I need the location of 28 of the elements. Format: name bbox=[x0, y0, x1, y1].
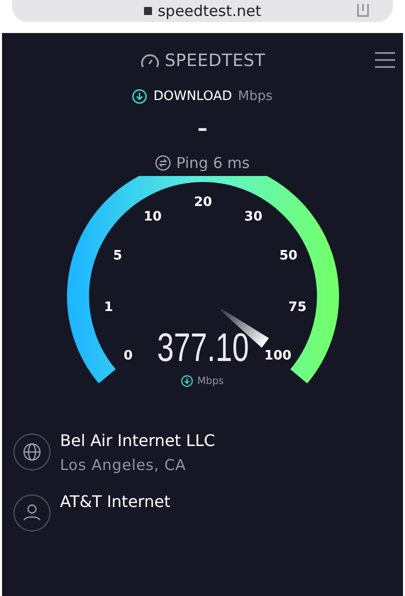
download-value: – bbox=[196, 115, 208, 142]
unit-label: Mbps bbox=[197, 376, 224, 386]
download-label: DOWNLOAD bbox=[153, 89, 232, 104]
ping-value: Ping 6 ms bbox=[176, 154, 250, 172]
person-icon[interactable] bbox=[13, 494, 51, 532]
menu-icon[interactable] bbox=[375, 52, 395, 68]
gauge-tick-label: 5 bbox=[113, 248, 122, 264]
speed-reading: 377.10 bbox=[156, 326, 248, 371]
address-bar[interactable]: speedtest.net bbox=[12, 0, 393, 22]
download-icon bbox=[181, 375, 194, 387]
provider-name: Bel Air Internet LLC bbox=[60, 431, 216, 450]
globe-icon[interactable] bbox=[13, 433, 51, 471]
download-icon bbox=[132, 89, 148, 104]
gauge-tick-label: 100 bbox=[264, 348, 292, 364]
ping-icon bbox=[155, 155, 172, 171]
speedometer-icon bbox=[140, 53, 160, 69]
gauge-tick-label: 75 bbox=[288, 300, 307, 315]
gauge-tick-label: 10 bbox=[144, 209, 162, 224]
gauge-tick-label: 1 bbox=[104, 300, 114, 315]
gauge-tick-label: 0 bbox=[124, 348, 133, 364]
gauge-tick-label: 50 bbox=[279, 248, 298, 264]
gauge-tick-label: 30 bbox=[244, 209, 262, 224]
gauge-tick-label: 20 bbox=[194, 195, 212, 210]
server-location: Los Angeles, CA bbox=[60, 456, 187, 474]
logo-text: SPEEDTEST bbox=[164, 51, 266, 71]
unit-label: Mbps bbox=[238, 89, 272, 104]
share-icon[interactable] bbox=[355, 4, 371, 18]
provider-name: AT&T Internet bbox=[60, 492, 170, 511]
